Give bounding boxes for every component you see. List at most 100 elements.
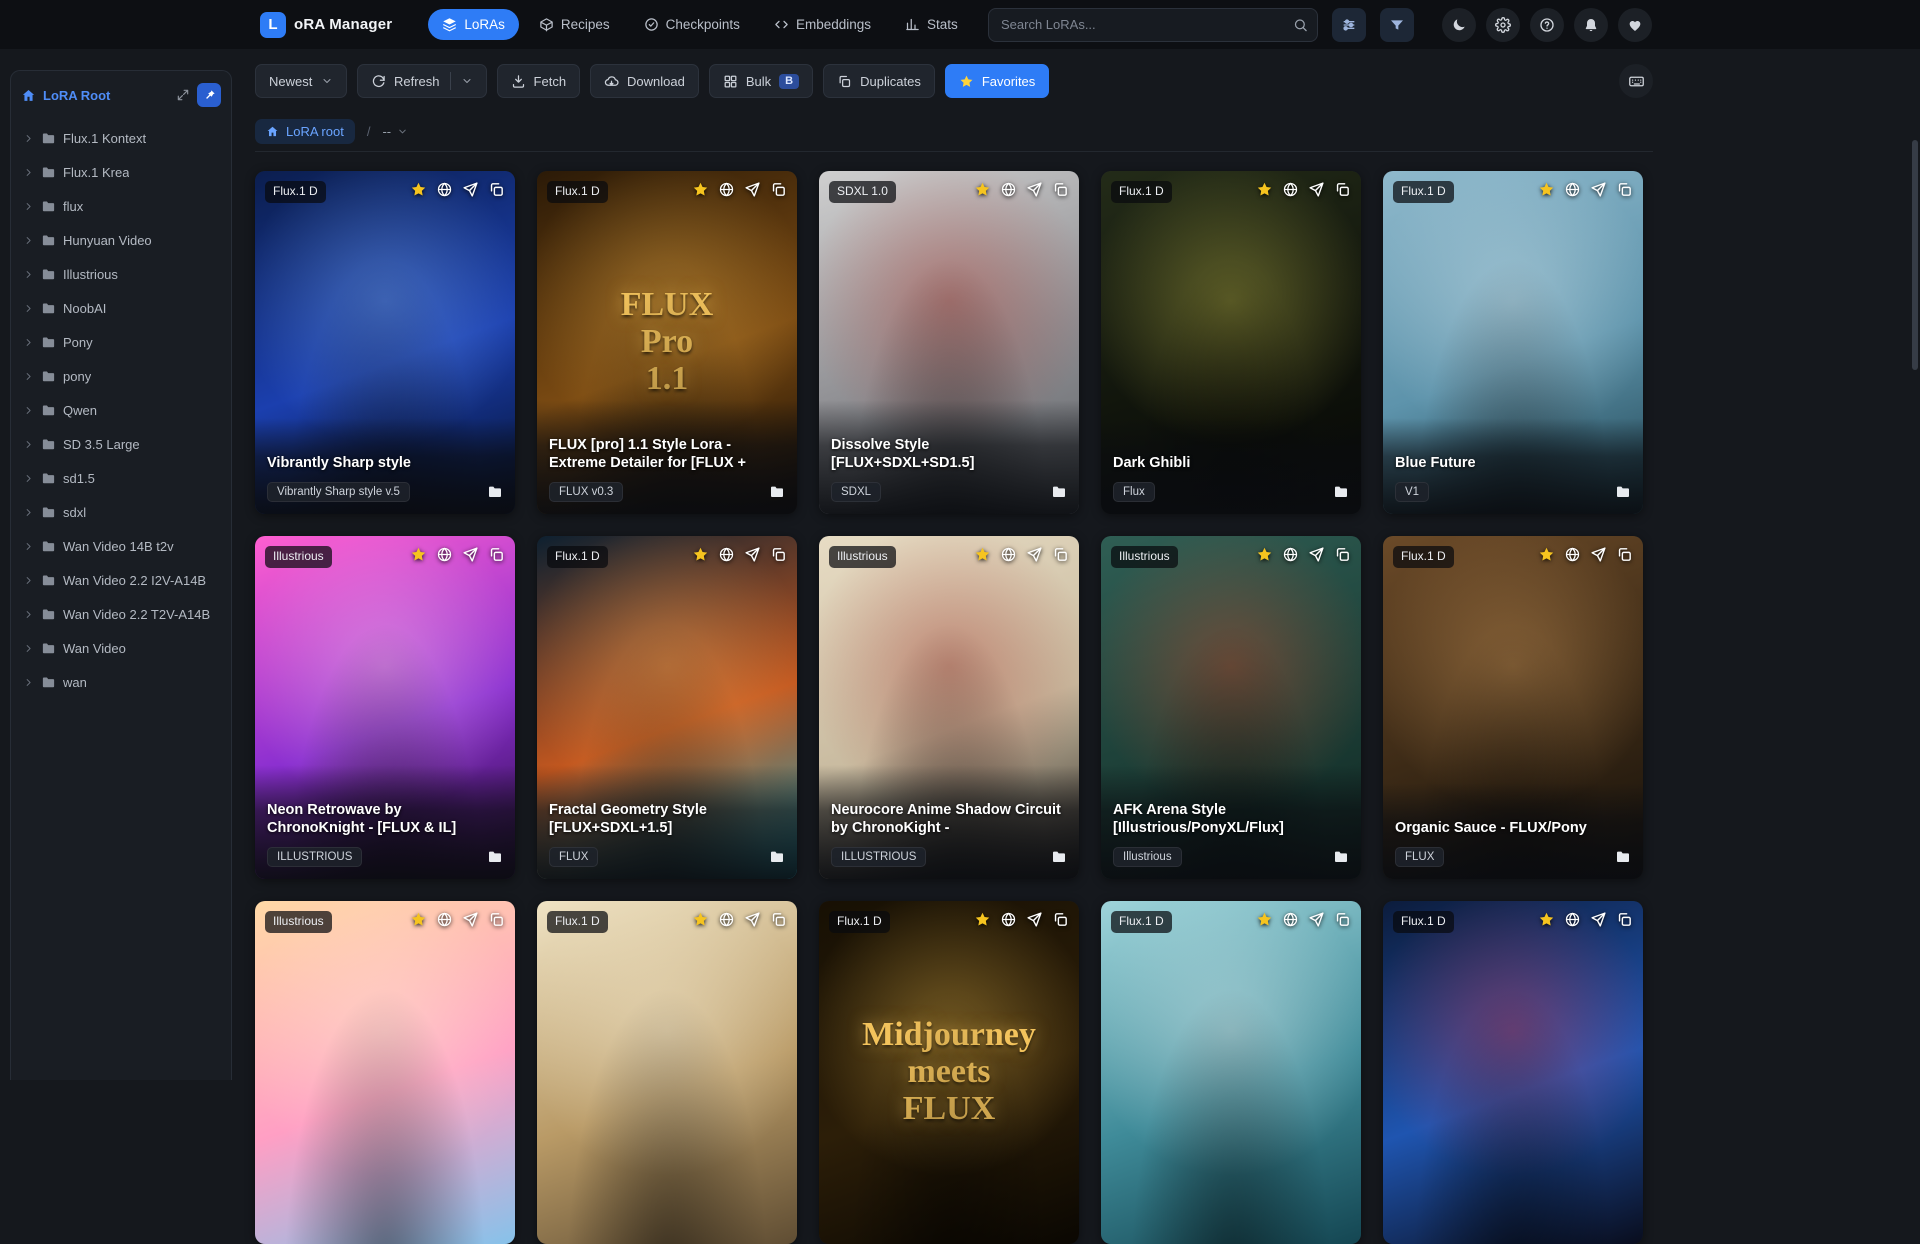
favorite-star-icon[interactable] — [692, 546, 709, 563]
tab-stats[interactable]: Stats — [891, 9, 972, 40]
settings-button[interactable] — [1486, 7, 1520, 42]
favorite-star-icon[interactable] — [1256, 181, 1273, 198]
globe-icon[interactable] — [1282, 546, 1299, 563]
chevron-right-icon[interactable] — [23, 167, 34, 178]
globe-icon[interactable] — [1564, 181, 1581, 198]
chevron-right-icon[interactable] — [23, 303, 34, 314]
bulk-button[interactable]: Bulk B — [708, 64, 814, 98]
sidebar-folder-item[interactable]: SD 3.5 Large — [15, 427, 227, 461]
favorite-star-icon[interactable] — [1256, 911, 1273, 928]
tab-recipes[interactable]: Recipes — [525, 9, 624, 40]
send-icon[interactable] — [1308, 911, 1325, 928]
version-badge[interactable]: FLUX — [1395, 847, 1445, 867]
lora-card[interactable]: Flux.1 D Organic Sauce - FLUX/Pony FLUX — [1383, 536, 1643, 879]
lora-card[interactable]: Flux.1 D — [1101, 901, 1361, 1244]
copy-icon[interactable] — [1616, 181, 1633, 198]
keyboard-shortcuts-button[interactable] — [1619, 64, 1653, 98]
lora-card[interactable]: Illustrious Neurocore Anime Shadow Circu… — [819, 536, 1079, 879]
send-icon[interactable] — [744, 911, 761, 928]
help-button[interactable] — [1530, 7, 1564, 42]
folder-icon[interactable] — [1333, 484, 1349, 500]
chevron-right-icon[interactable] — [23, 337, 34, 348]
copy-icon[interactable] — [488, 181, 505, 198]
chevron-right-icon[interactable] — [23, 575, 34, 586]
folder-icon[interactable] — [1615, 849, 1631, 865]
duplicates-button[interactable]: Duplicates — [823, 64, 935, 98]
page-scrollbar[interactable] — [1912, 140, 1918, 370]
search-icon[interactable] — [1293, 17, 1308, 32]
favorite-star-icon[interactable] — [410, 181, 427, 198]
globe-icon[interactable] — [1000, 546, 1017, 563]
copy-icon[interactable] — [1616, 911, 1633, 928]
version-badge[interactable]: Vibrantly Sharp style v.5 — [267, 482, 410, 502]
chevron-right-icon[interactable] — [23, 371, 34, 382]
sidebar-folder-item[interactable]: Flux.1 Krea — [15, 155, 227, 189]
favorite-star-icon[interactable] — [1538, 546, 1555, 563]
version-badge[interactable]: FLUX — [549, 847, 599, 867]
sidebar-folder-item[interactable]: Wan Video — [15, 631, 227, 665]
chevron-right-icon[interactable] — [23, 643, 34, 654]
pin-sidebar-button[interactable] — [197, 83, 221, 107]
breadcrumb-current-dropdown[interactable]: -- — [382, 124, 408, 139]
copy-icon[interactable] — [770, 911, 787, 928]
globe-icon[interactable] — [1282, 181, 1299, 198]
refresh-button[interactable]: Refresh — [357, 64, 487, 98]
favorite-star-icon[interactable] — [410, 546, 427, 563]
globe-icon[interactable] — [1282, 911, 1299, 928]
tab-embeddings[interactable]: Embeddings — [760, 9, 885, 40]
favorite-star-icon[interactable] — [692, 181, 709, 198]
send-icon[interactable] — [462, 181, 479, 198]
filter-button[interactable] — [1380, 7, 1414, 42]
copy-icon[interactable] — [1052, 546, 1069, 563]
sidebar-root-row[interactable]: LoRA Root — [11, 71, 231, 119]
favorite-star-icon[interactable] — [1538, 181, 1555, 198]
send-icon[interactable] — [1026, 546, 1043, 563]
globe-icon[interactable] — [1564, 911, 1581, 928]
folder-icon[interactable] — [1615, 484, 1631, 500]
sidebar-folder-item[interactable]: NoobAI — [15, 291, 227, 325]
chevron-right-icon[interactable] — [23, 439, 34, 450]
sidebar-folder-item[interactable]: Qwen — [15, 393, 227, 427]
chevron-right-icon[interactable] — [23, 133, 34, 144]
send-icon[interactable] — [1308, 546, 1325, 563]
folder-icon[interactable] — [487, 484, 503, 500]
lora-card[interactable]: Flux.1 D — [537, 901, 797, 1244]
send-icon[interactable] — [1590, 546, 1607, 563]
globe-icon[interactable] — [436, 546, 453, 563]
version-badge[interactable]: FLUX v0.3 — [549, 482, 624, 502]
copy-icon[interactable] — [1334, 911, 1351, 928]
chevron-right-icon[interactable] — [23, 201, 34, 212]
folder-icon[interactable] — [769, 484, 785, 500]
copy-icon[interactable] — [1334, 181, 1351, 198]
send-icon[interactable] — [744, 181, 761, 198]
favorite-star-icon[interactable] — [1538, 911, 1555, 928]
lora-card[interactable]: Illustrious AFK Arena Style [Illustrious… — [1101, 536, 1361, 879]
globe-icon[interactable] — [1564, 546, 1581, 563]
sidebar-folder-item[interactable]: Illustrious — [15, 257, 227, 291]
copy-icon[interactable] — [1052, 181, 1069, 198]
sidebar-folder-item[interactable]: sd1.5 — [15, 461, 227, 495]
copy-icon[interactable] — [488, 546, 505, 563]
send-icon[interactable] — [462, 546, 479, 563]
sidebar-folder-item[interactable]: Pony — [15, 325, 227, 359]
sidebar-folder-item[interactable]: flux — [15, 189, 227, 223]
breadcrumb-root[interactable]: LoRA root — [255, 119, 355, 144]
favorites-filter-button[interactable]: Favorites — [944, 64, 1050, 98]
copy-icon[interactable] — [488, 911, 505, 928]
lora-card[interactable]: Flux.1 D Dark Ghibli Flux — [1101, 171, 1361, 514]
lora-card[interactable]: Illustrious — [255, 901, 515, 1244]
send-icon[interactable] — [462, 911, 479, 928]
globe-icon[interactable] — [1000, 181, 1017, 198]
send-icon[interactable] — [744, 546, 761, 563]
favorite-star-icon[interactable] — [974, 181, 991, 198]
lora-card[interactable]: Flux.1 D Vibrantly Sharp style Vibrantly… — [255, 171, 515, 514]
chevron-right-icon[interactable] — [23, 541, 34, 552]
expand-icon[interactable] — [176, 88, 190, 102]
lora-card[interactable]: Flux.1 D — [1383, 901, 1643, 1244]
lora-card[interactable]: Flux.1 D Blue Future V1 — [1383, 171, 1643, 514]
favorite-star-icon[interactable] — [1256, 546, 1273, 563]
send-icon[interactable] — [1026, 911, 1043, 928]
sort-select[interactable]: Newest — [255, 64, 347, 98]
sidebar-folder-item[interactable]: sdxl — [15, 495, 227, 529]
chevron-down-icon[interactable] — [461, 75, 473, 87]
